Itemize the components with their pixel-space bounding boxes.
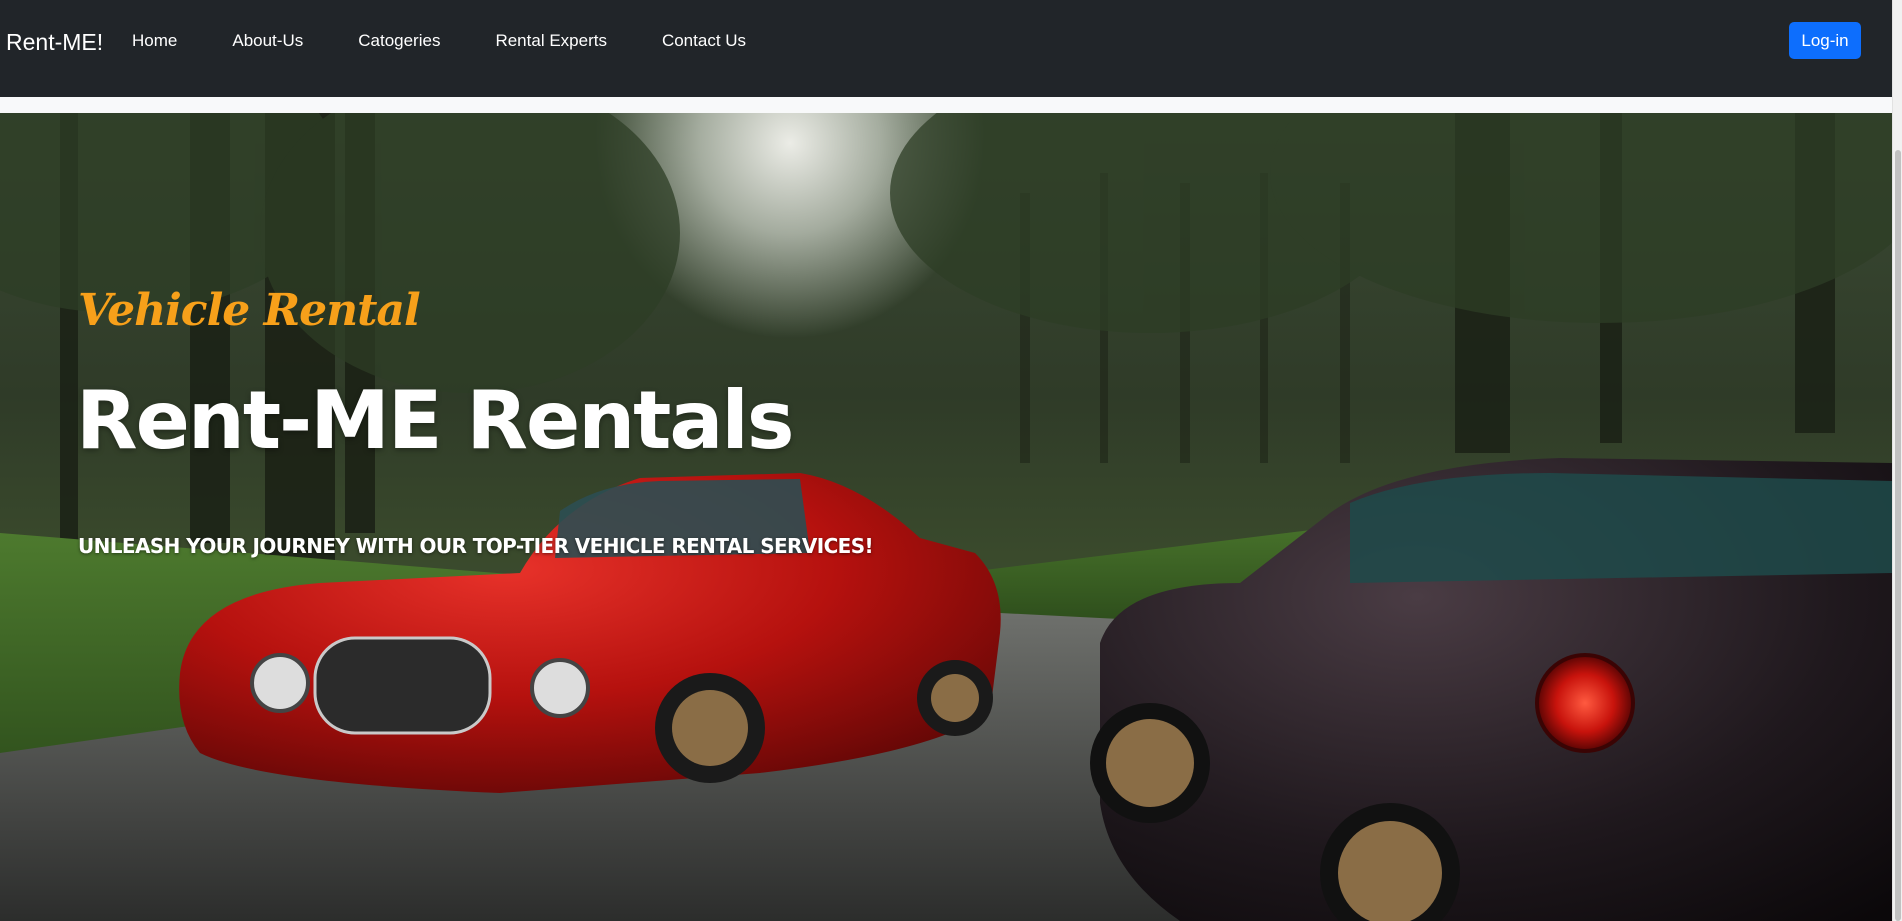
hero-headline: Rent-ME Rentals bbox=[76, 374, 794, 467]
black-car-illustration bbox=[1090, 458, 1892, 921]
hero-background-image bbox=[0, 113, 1892, 921]
nav-links: Home About-Us Catogeries Rental Experts … bbox=[132, 30, 746, 52]
page-scrollbar[interactable] bbox=[1892, 0, 1902, 921]
nav-link-categories[interactable]: Catogeries bbox=[358, 30, 440, 52]
hero-tagline: UNLEASH YOUR JOURNEY WITH OUR TOP-TIER V… bbox=[78, 534, 874, 558]
nav-link-contact-us[interactable]: Contact Us bbox=[662, 30, 746, 52]
scrollbar-thumb[interactable] bbox=[1895, 150, 1901, 921]
nav-link-rental-experts[interactable]: Rental Experts bbox=[495, 30, 607, 52]
nav-link-home[interactable]: Home bbox=[132, 30, 177, 52]
login-button[interactable]: Log-in bbox=[1789, 22, 1861, 59]
navbar-spacer bbox=[0, 97, 1892, 113]
nav-link-about-us[interactable]: About-Us bbox=[232, 30, 303, 52]
hero-banner: Vehicle Rental Rent-ME Rentals UNLEASH Y… bbox=[0, 113, 1892, 921]
brand-logo-link[interactable]: Rent-ME! bbox=[6, 28, 103, 56]
hero-kicker: Vehicle Rental bbox=[78, 285, 421, 336]
top-navbar: Rent-ME! Home About-Us Catogeries Rental… bbox=[0, 0, 1892, 97]
